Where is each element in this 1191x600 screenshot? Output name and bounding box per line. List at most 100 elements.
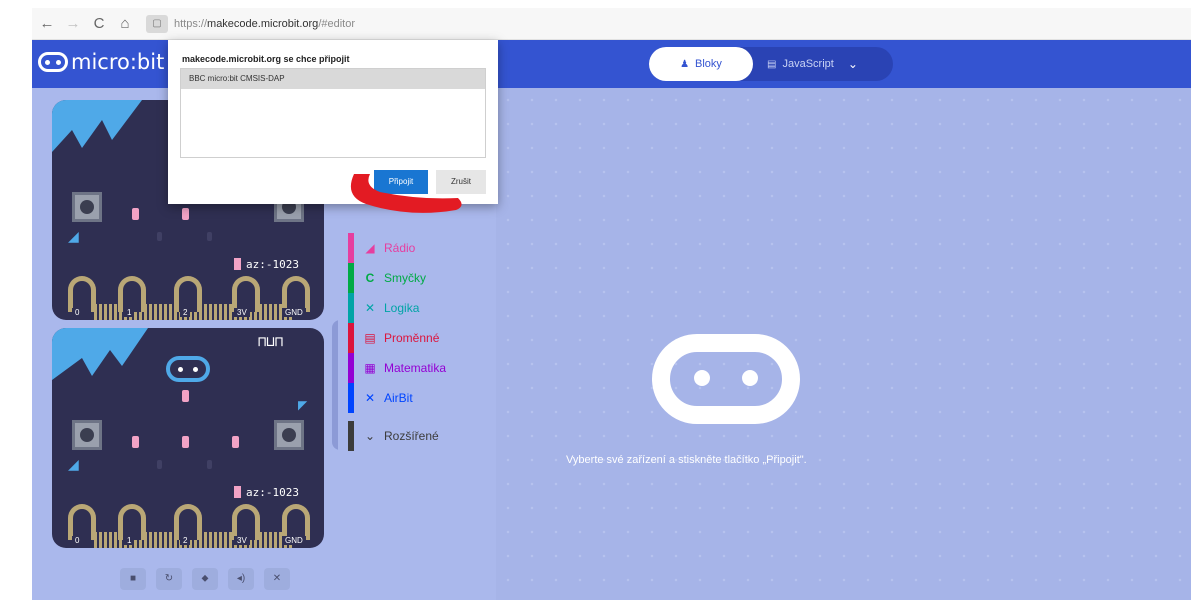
accelerometer-marker [234, 258, 241, 270]
tab-blocks[interactable]: ♟ Bloky [649, 47, 753, 81]
led [182, 390, 189, 402]
lock-icon[interactable]: ▢ [146, 14, 168, 33]
browser-toolbar: ← → C ⌂ ▢ https://makecode.microbit.org/… [32, 8, 1191, 40]
url-prefix: https:// [174, 17, 208, 30]
pin-label: 3V [234, 308, 250, 317]
chevron-down-icon[interactable]: ⌄ [848, 57, 858, 71]
category-color-bar [348, 233, 354, 263]
code-icon: ▤ [767, 58, 777, 70]
pin-1[interactable] [118, 504, 146, 540]
dialog-title: makecode.microbit.org se chce připojit [182, 54, 350, 64]
pin-0[interactable] [68, 504, 96, 540]
blocks-workspace[interactable]: Vyberte své zařízení a stiskněte tlačítk… [496, 88, 1191, 600]
toolbox-item-math[interactable]: ▦ Matematika [348, 353, 496, 383]
pin-label: 3V [234, 536, 250, 545]
category-color-bar [348, 353, 354, 383]
led [207, 232, 212, 241]
airbit-icon: ✕ [364, 391, 376, 405]
pin-gnd[interactable] [282, 504, 310, 540]
toolbox-item-logic[interactable]: ✕ Logika [348, 293, 496, 323]
toolbox-item-label: Rádio [384, 241, 416, 255]
connect-instruction: Vyberte své zařízení a stiskněte tlačítk… [566, 454, 807, 466]
home-icon[interactable]: ⌂ [114, 15, 136, 32]
pin-2[interactable] [174, 504, 202, 540]
pin-label: 0 [72, 308, 83, 317]
close-icon[interactable]: ✕ [264, 568, 290, 590]
url-suffix: /#editor [318, 17, 356, 30]
pin-label: GND [282, 536, 306, 545]
pin-0[interactable] [68, 276, 96, 312]
loops-icon: C [365, 271, 375, 285]
pin-label: 2 [180, 308, 191, 317]
category-color-bar [348, 421, 354, 451]
math-icon: ▦ [364, 361, 376, 375]
category-color-bar [348, 293, 354, 323]
tab-javascript[interactable]: ▤ JavaScript [767, 58, 834, 70]
tab-blocks-label: Bloky [695, 58, 722, 70]
screen: ← → C ⌂ ▢ https://makecode.microbit.org/… [0, 0, 1191, 600]
pin-label: GND [282, 308, 306, 317]
address-bar[interactable]: https://makecode.microbit.org/#editor [174, 18, 355, 30]
microbit-logo[interactable]: micro:bit [38, 50, 164, 74]
led [182, 436, 189, 448]
microbit-logo-icon [38, 52, 68, 72]
category-color-bar [348, 263, 354, 293]
toolbox-item-label: Proměnné [384, 331, 440, 345]
puzzle-icon: ♟ [680, 58, 690, 70]
accelerometer-icon: ◢ [68, 228, 79, 244]
button-a[interactable] [72, 192, 102, 222]
back-icon[interactable]: ← [36, 15, 58, 32]
pin-gnd[interactable] [282, 276, 310, 312]
toolbox-item-label: Logika [384, 301, 420, 315]
led [132, 436, 139, 448]
reload-icon[interactable]: C [88, 15, 110, 32]
red-annotation-stroke [350, 174, 462, 213]
logo-text: micro:bit [71, 50, 165, 74]
accelerometer-marker [234, 486, 241, 498]
led [132, 208, 139, 220]
pin-1[interactable] [118, 276, 146, 312]
toolbox-item-airbit[interactable]: ✕ AirBit [348, 383, 496, 413]
logo-eye [742, 370, 758, 386]
led [232, 436, 239, 448]
logo-eye [694, 370, 710, 386]
stop-icon[interactable]: ■ [120, 568, 146, 590]
pin-2[interactable] [174, 276, 202, 312]
pin-3v[interactable] [232, 504, 260, 540]
slow-mo-icon[interactable]: ⬥ [192, 568, 218, 590]
device-item[interactable]: BBC micro:bit CMSIS-DAP [181, 69, 485, 89]
restart-icon[interactable]: ↻ [156, 568, 182, 590]
url-host: makecode.microbit.org [207, 17, 319, 30]
device-list: BBC micro:bit CMSIS-DAP [180, 68, 486, 158]
toolbox-item-label: Smyčky [384, 271, 426, 285]
accelerometer-icon: ◢ [68, 456, 79, 472]
microbit-logo-icon [652, 334, 800, 424]
accelerometer-readout: az:-1023 [246, 258, 299, 271]
pin-3v[interactable] [232, 276, 260, 312]
editor-toggle: ♟ Bloky ▤ JavaScript ⌄ [649, 47, 893, 81]
pin-label: 0 [72, 536, 83, 545]
category-color-bar [348, 323, 354, 353]
pin-label: 1 [124, 536, 135, 545]
logic-icon: ✕ [364, 301, 376, 315]
led [207, 460, 212, 469]
forward-icon[interactable]: → [62, 15, 84, 32]
light-sensor-icon: ◤ [298, 398, 308, 412]
toolbox-item-label: Matematika [384, 361, 447, 375]
mute-icon[interactable]: ◂) [228, 568, 254, 590]
button-b[interactable] [274, 420, 304, 450]
toolbox-item-variables[interactable]: ▤ Proměnné [348, 323, 496, 353]
microbit-board-bottom[interactable]: ⊓⊔⊓ ◤ ◢ az:-1023 0 1 2 3V GND [52, 328, 324, 548]
led [157, 232, 162, 241]
button-a[interactable] [72, 420, 102, 450]
toolbox-item-advanced[interactable]: ⌄ Rozšířené [348, 421, 496, 451]
pin-label: 2 [180, 536, 191, 545]
toolbox-item-radio[interactable]: ◢ Rádio [348, 233, 496, 263]
category-color-bar [348, 383, 354, 413]
chevron-down-icon: ⌄ [364, 429, 376, 443]
toolbox-item-label: AirBit [384, 391, 413, 405]
microbit-logo-icon [166, 356, 210, 382]
pin-label: 1 [124, 308, 135, 317]
toolbox-item-loops[interactable]: C Smyčky [348, 263, 496, 293]
signal-icon: ⊓⊔⊓ [258, 334, 284, 350]
